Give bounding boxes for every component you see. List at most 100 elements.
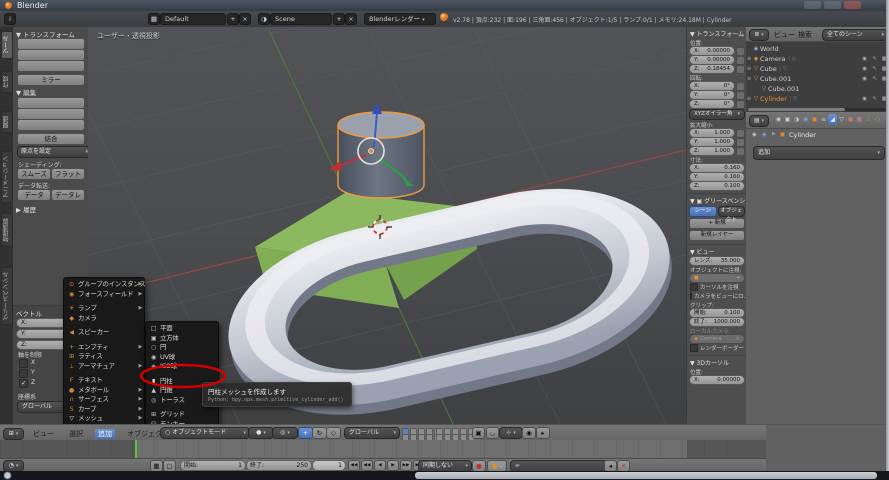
- taskbar-icon[interactable]: [343, 472, 350, 479]
- snap-magnet-icon[interactable]: ◡: [486, 427, 499, 439]
- lock-to-scene-icon[interactable]: ▣: [472, 427, 485, 439]
- layout-close-button[interactable]: ×: [239, 13, 251, 25]
- lock-cursor-checkbox[interactable]: カーソルを注視: [690, 283, 744, 291]
- view3d-editor-icon[interactable]: ⊞ ▾: [3, 428, 24, 440]
- outliner-row[interactable]: ⊕ ▽ Cube ▽ ◉ ↖ ▦: [746, 64, 889, 74]
- lock-icon[interactable]: [736, 47, 745, 56]
- playback-button[interactable]: ◀: [374, 460, 386, 471]
- scene-field[interactable]: Scene: [270, 13, 332, 25]
- transform-button[interactable]: [17, 60, 85, 72]
- lock-icon[interactable]: [736, 129, 745, 138]
- row-name[interactable]: Cylinder: [760, 94, 787, 104]
- visibility-eye-icon[interactable]: ◉: [862, 74, 867, 84]
- selectability-arrow-icon[interactable]: ↖: [872, 64, 877, 74]
- gp-new-layer-button[interactable]: 新規レイヤー: [689, 230, 745, 241]
- add-menu-item[interactable]: ◀ スピーカー ▶: [64, 328, 144, 338]
- np-3d-cursor-title[interactable]: ▼ 3Dカーソル: [687, 357, 747, 368]
- checkbox-icon[interactable]: [19, 359, 28, 368]
- taskbar-icon[interactable]: [168, 472, 175, 479]
- close-button[interactable]: [844, 1, 861, 9]
- view3d-menu-item[interactable]: 選択: [66, 429, 86, 439]
- visibility-eye-icon[interactable]: ◉: [862, 94, 867, 104]
- clip-end-field[interactable]: 終了:1000.000: [689, 317, 745, 327]
- taskbar-icon[interactable]: [378, 472, 385, 479]
- row-name[interactable]: Cube.001: [768, 84, 799, 94]
- pivot-point-select[interactable]: ◎ ▾: [272, 427, 298, 439]
- properties-tab[interactable]: ▦: [855, 114, 864, 125]
- outliner-row[interactable]: ⊕ ◉ World ◉ ↖ ▦: [746, 44, 889, 54]
- gp-object-button[interactable]: オブジェクト: [718, 206, 746, 217]
- outliner-search-menu[interactable]: 検索: [798, 30, 812, 40]
- manipulator-scale-button[interactable]: ◇: [326, 427, 341, 439]
- transform-orientation-select[interactable]: グローバル▾: [344, 427, 400, 439]
- add-menu-item[interactable]: ◉ フォースフィールド ▶: [64, 290, 144, 300]
- properties-tab[interactable]: ≡: [819, 114, 828, 125]
- row-name[interactable]: Cube: [760, 64, 777, 74]
- taskbar-icon[interactable]: [133, 472, 140, 479]
- panel-title-edit[interactable]: ▼ 編集: [16, 87, 36, 97]
- lock-icon[interactable]: [736, 147, 745, 156]
- local-camera-field[interactable]: ◆ Camera×: [689, 334, 745, 344]
- properties-editor-icon[interactable]: ▤ ▾: [749, 115, 769, 127]
- view3d-menu-item[interactable]: ビュー: [30, 429, 57, 439]
- properties-tab[interactable]: ●: [846, 114, 855, 125]
- mode-select[interactable]: ○ オブジェクトモード▾: [160, 427, 250, 439]
- outliner-editor-icon[interactable]: ≣ ▾: [749, 29, 769, 41]
- playback-button[interactable]: ▶: [387, 460, 399, 471]
- cursor-x-field[interactable]: X:0.00000: [689, 375, 745, 385]
- render-border-checkbox[interactable]: レンダーボーダー: [690, 344, 744, 352]
- number-field[interactable]: Z:0.100: [689, 181, 745, 191]
- lock-icon[interactable]: [736, 82, 745, 91]
- add-menu-item[interactable]: ⊥ アーマチュア ▶: [64, 362, 144, 372]
- row-name[interactable]: Cube.001: [760, 74, 791, 84]
- mesh-submenu-item[interactable]: □ 平面: [146, 324, 218, 334]
- maximize-button[interactable]: [824, 1, 841, 9]
- number-field[interactable]: Z:0.18454: [689, 64, 735, 74]
- add-modifier-button[interactable]: 追加▾: [753, 146, 885, 160]
- selectability-arrow-icon[interactable]: ↖: [872, 74, 877, 84]
- render-engine-select[interactable]: Blenderレンダー ▾: [364, 13, 436, 25]
- data-layout-button[interactable]: データレ: [51, 189, 85, 201]
- mesh-submenu-item[interactable]: ⊞ グリッド: [146, 410, 218, 420]
- row-name[interactable]: Camera: [760, 54, 786, 64]
- set-origin-menu[interactable]: 原点を設定▾: [17, 146, 91, 158]
- visibility-eye-icon[interactable]: ◉: [862, 64, 867, 74]
- outliner-row[interactable]: ⊕ ◆ Camera ◇ ◉ ↖ ▦: [746, 54, 889, 64]
- playback-button[interactable]: ◀◀: [361, 460, 373, 471]
- np-grease-pencil-title[interactable]: ▼ ▣ グリースペンシルレイ: [687, 195, 747, 206]
- lock-icon[interactable]: [736, 56, 745, 65]
- current-frame-field[interactable]: 1: [312, 460, 346, 471]
- manipulator-translate-button[interactable]: +: [298, 427, 313, 439]
- mesh-submenu-item[interactable]: ○ 円: [146, 343, 218, 353]
- panel-title-history[interactable]: ▶ 履歴: [16, 204, 36, 214]
- properties-tab[interactable]: ◑: [792, 114, 801, 125]
- outliner-hscrollbar[interactable]: [748, 108, 887, 111]
- properties-tab[interactable]: ◌: [873, 114, 882, 125]
- lock-icon[interactable]: [736, 138, 745, 147]
- frame-end-field[interactable]: 終了:250: [246, 460, 312, 471]
- scene-icon[interactable]: ◑: [258, 13, 270, 25]
- add-menu-item[interactable]: ◆ カメラ ▶: [64, 314, 144, 324]
- outliner-display-select[interactable]: 全てのシーン▾: [822, 29, 888, 41]
- breadcrumb-object-name[interactable]: Cylinder: [789, 131, 816, 139]
- outliner-row[interactable]: ⊕ ▽ Cube.001 ◉ ↖ ▦: [746, 84, 889, 94]
- lock-icon[interactable]: [736, 100, 745, 109]
- gp-scene-button[interactable]: シーン: [689, 206, 717, 217]
- taskbar-icon[interactable]: [308, 472, 315, 479]
- toolshelf-tab-relations[interactable]: 関連: [1, 111, 13, 133]
- editor-type-menu[interactable]: i: [4, 13, 16, 25]
- toolshelf-tab-physics[interactable]: 物理演算: [1, 213, 13, 247]
- toolshelf-tab-create[interactable]: 作成: [1, 71, 13, 93]
- outliner-view-menu[interactable]: ビュー: [774, 30, 795, 40]
- properties-tab[interactable]: ▣: [783, 114, 792, 125]
- add-menu-item[interactable]: S カーブ ▶: [64, 405, 144, 415]
- start-button[interactable]: [4, 472, 11, 479]
- playback-button[interactable]: ◀◀: [348, 460, 360, 471]
- timeline-frames-area[interactable]: [0, 440, 766, 458]
- opengl-render-anim-icon[interactable]: ▸: [536, 427, 550, 439]
- scene-add-button[interactable]: +: [333, 13, 345, 25]
- screen-layout-icon[interactable]: ▦: [148, 13, 160, 25]
- add-menu-item[interactable]: ● メタボール ▶: [64, 386, 144, 396]
- rotation-mode-select[interactable]: XYZオイラー角▾: [689, 109, 745, 120]
- taskbar-icon[interactable]: [203, 472, 210, 479]
